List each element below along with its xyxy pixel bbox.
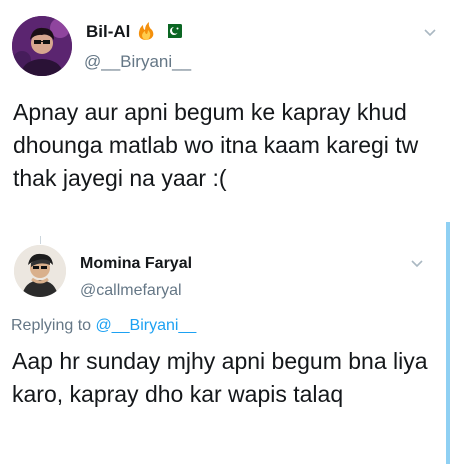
reply-tweet-text: Aap hr sunday mjhy apni begum bna liya k…: [12, 348, 428, 407]
main-tweet[interactable]: Bil-Al @__Biryani__ Apnay aur apni begum…: [0, 0, 450, 236]
bilal-avatar[interactable]: [12, 16, 72, 76]
chevron-down-icon[interactable]: [411, 260, 423, 268]
scroll-indicator[interactable]: [446, 222, 450, 464]
bilal-display-name[interactable]: Bil-Al: [86, 22, 130, 42]
replying-to-line: Replying to @__Biryani__: [11, 317, 196, 335]
name-flair-icons: [138, 22, 182, 40]
momina-display-name[interactable]: Momina Faryal: [80, 255, 192, 273]
momina-avatar[interactable]: [14, 245, 66, 297]
replying-to-mention[interactable]: @__Biryani__: [96, 317, 197, 334]
main-tweet-text: Apnay aur apni begum ke kapray khud dhou…: [13, 99, 419, 191]
replying-to-label: Replying to: [11, 317, 92, 334]
momina-handle[interactable]: @callmefaryal: [80, 282, 182, 300]
chevron-down-icon[interactable]: [424, 29, 436, 37]
bilal-handle[interactable]: @__Biryani__: [84, 52, 191, 72]
